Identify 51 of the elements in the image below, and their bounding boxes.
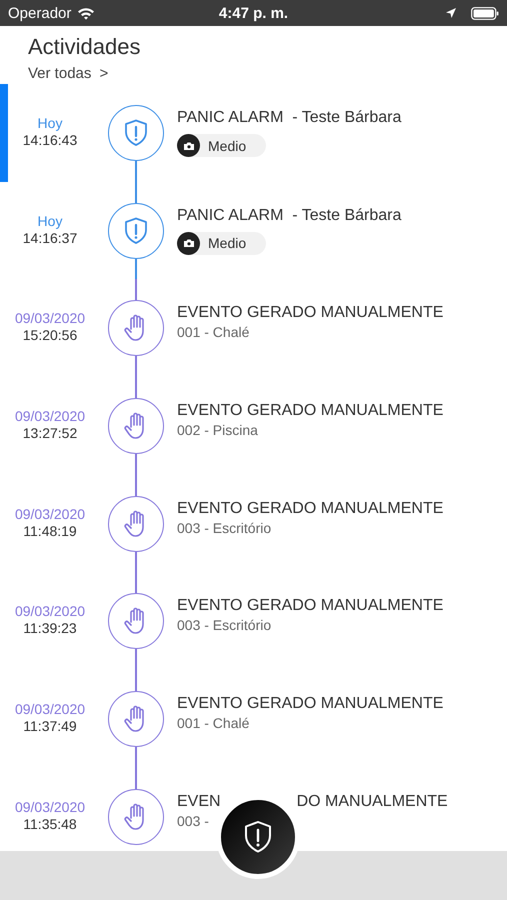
shield-alert-icon <box>243 820 273 854</box>
event-time: 11:35:48 <box>23 816 77 833</box>
event-title: EVENTO GERADO MANUALMENTE <box>177 694 444 714</box>
event-row[interactable]: 09/03/2020 13:27:52 EVENTO GERADO MANUALMENTE 002 - Piscina <box>0 377 507 475</box>
event-row[interactable]: 09/03/2020 11:48:19 EVENTO GERADO MANUALMENTE 003 - Escritório <box>0 474 507 572</box>
event-location: 003 - Escritório <box>177 616 272 634</box>
wifi-icon <box>77 6 96 20</box>
event-day: Hoy <box>38 115 62 132</box>
event-location: 001 - Chalé <box>177 323 250 342</box>
event-title: EVENTO GERADO MANUALMENTE <box>177 498 444 519</box>
event-time: 11:39:23 <box>23 620 77 638</box>
event-title: EVENTO GERADO MANUALMENTE <box>177 596 444 616</box>
event-time: 13:27:52 <box>22 425 78 442</box>
event-day: 09/03/2020 <box>14 506 86 523</box>
camera-icon <box>177 232 200 255</box>
event-location: 001 - Chalé <box>177 714 250 732</box>
event-title: EVEN <box>177 792 221 812</box>
priority-badge: Medio <box>177 232 266 255</box>
event-time: 14:16:37 <box>22 230 78 247</box>
event-day: Hoy <box>38 212 62 230</box>
page-title: Actividades <box>28 34 141 60</box>
event-day: 09/03/2020 <box>14 408 86 426</box>
location-arrow-icon <box>445 7 457 19</box>
event-day: 09/03/2020 <box>14 701 86 718</box>
event-title: PANIC ALARM - Teste Bárbara <box>177 108 402 128</box>
carrier-name: Operador <box>8 4 72 22</box>
event-row[interactable]: 09/03/2020 11:35:48 EVEN DO MANUALMENTE 003 - <box>0 768 507 851</box>
event-location: 003 - Escritório <box>177 518 272 537</box>
clock-time: 4:47 p. m. <box>218 4 288 22</box>
event-day: 09/03/2020 <box>14 310 86 328</box>
see-all-link[interactable]: Ver todas > <box>28 65 108 82</box>
event-location: 003 - <box>177 812 209 830</box>
event-time: 15:20:56 <box>22 327 78 344</box>
event-location: 002 - Piscina <box>177 421 258 440</box>
event-day: 09/03/2020 <box>14 798 86 816</box>
event-title: PANIC ALARM - Teste Bárbara <box>177 206 402 226</box>
event-row[interactable]: 09/03/2020 11:37:49 EVENTO GERADO MANUALMENTE 001 - Chalé <box>0 670 507 768</box>
event-row[interactable]: 09/03/2020 11:39:23 EVENTO GERADO MANUALMENTE 003 - Escritório <box>0 572 507 670</box>
event-time: 11:37:49 <box>23 718 77 736</box>
event-time: 14:16:43 <box>22 132 78 149</box>
battery-icon <box>471 6 499 20</box>
camera-icon <box>177 134 200 157</box>
event-title: EVENTO GERADO MANUALMENTE <box>177 303 444 324</box>
event-day: 09/03/2020 <box>14 603 86 620</box>
event-title: EVENTO GERADO MANUALMENTE <box>177 401 444 422</box>
event-time: 11:48:19 <box>23 522 77 540</box>
event-row[interactable]: Hoy 14:16:37 PANIC ALARM - Teste Bárbara Medio <box>0 182 507 280</box>
event-row[interactable]: 09/03/2020 15:20:56 EVENTO GERADO MANUALMENTE 001 - Chalé <box>0 279 507 378</box>
priority-badge: Medio <box>177 134 266 157</box>
event-title: DO MANUALMENTE <box>296 792 448 812</box>
event-row[interactable]: Hoy 14:16:43 PANIC ALARM - Teste Bárbara Medio <box>0 84 507 182</box>
